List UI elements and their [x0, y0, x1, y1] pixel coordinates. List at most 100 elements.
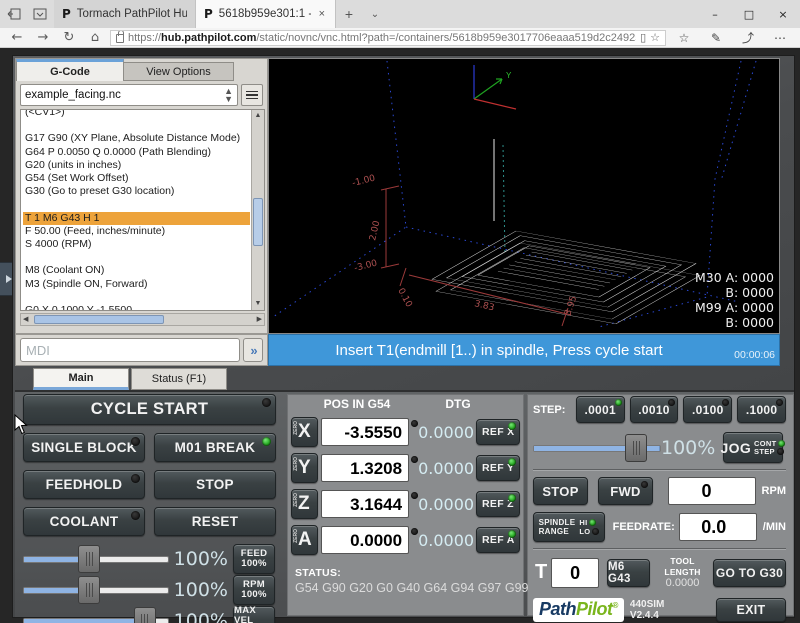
- ref-z-button[interactable]: REF Z: [476, 491, 520, 517]
- z-dro-field[interactable]: 3.1644: [321, 490, 409, 518]
- step-0010-button[interactable]: .0010: [630, 396, 679, 423]
- scroll-thumb[interactable]: [253, 198, 263, 246]
- go-to-g30-button[interactable]: GO TO G30: [713, 559, 786, 587]
- step-1000-button[interactable]: .1000: [737, 396, 786, 423]
- favorite-star-icon[interactable]: ☆: [650, 31, 660, 44]
- gcode-vertical-scrollbar[interactable]: ▲ ▼: [251, 110, 264, 310]
- svg-text:3.95: 3.95: [563, 295, 579, 317]
- mdi-submit-button[interactable]: »: [243, 338, 263, 362]
- slider-handle[interactable]: [78, 545, 100, 573]
- rpm-override-slider[interactable]: [23, 575, 169, 605]
- forward-icon[interactable]: →: [32, 30, 54, 45]
- y-axis-label: Y: [506, 71, 512, 80]
- back-icon[interactable]: ←: [6, 30, 28, 45]
- y-dtg-value: 0.0000: [418, 459, 474, 478]
- set-aside-tabs-icon[interactable]: [4, 6, 24, 22]
- step-0100-button[interactable]: .0100: [683, 396, 732, 423]
- url-text[interactable]: https://hub.pathpilot.com/static/novnc/v…: [128, 32, 636, 44]
- mdi-input[interactable]: [20, 338, 240, 362]
- step-0100-led: [722, 399, 729, 406]
- scroll-down-icon[interactable]: ▼: [252, 298, 264, 310]
- a-dro-field[interactable]: 0.0000: [321, 526, 409, 554]
- pathpilot-favicon: P: [204, 7, 213, 21]
- zero-x-button[interactable]: ZEROX: [291, 417, 318, 447]
- browser-tab-novnc[interactable]: P 5618b959e301:1 - noVN ×: [196, 0, 336, 28]
- feedrate-label: FEEDRATE:: [613, 521, 675, 533]
- cycle-start-button[interactable]: CYCLE START: [23, 394, 276, 425]
- a-dtg-value: 0.0000: [418, 531, 474, 550]
- pathpilot-favicon: P: [62, 7, 71, 21]
- step-0001-button[interactable]: .0001: [576, 396, 625, 423]
- window-minimize-button[interactable]: –: [698, 0, 732, 28]
- new-tab-button[interactable]: +: [336, 0, 362, 28]
- feedrate-field[interactable]: 0.0: [679, 513, 757, 541]
- m6-g43-button[interactable]: M6 G43: [607, 559, 650, 587]
- url-path: /static/novnc/vnc.html?path=/containers/…: [256, 32, 636, 44]
- scroll-up-icon[interactable]: ▲: [252, 110, 264, 122]
- toolpath-3d-view[interactable]: Y: [268, 58, 780, 334]
- slider-handle[interactable]: [134, 607, 156, 623]
- tab-preview-icon[interactable]: [30, 6, 50, 22]
- coolant-button[interactable]: COOLANT: [23, 507, 145, 536]
- file-menu-button[interactable]: [241, 84, 263, 106]
- web-notes-icon[interactable]: ✎: [702, 31, 730, 45]
- spindle-fwd-button[interactable]: FWD: [598, 477, 653, 505]
- ref-y-button[interactable]: REF Y: [476, 455, 520, 481]
- window-close-button[interactable]: ×: [766, 0, 800, 28]
- share-icon[interactable]: ⤴: [734, 29, 762, 46]
- tab-gcode[interactable]: G-Code: [16, 59, 124, 81]
- feed-override-slider[interactable]: [23, 544, 169, 574]
- button-label: M01 BREAK: [175, 440, 256, 455]
- maxvel-100-button[interactable]: MAX VEL100%: [233, 606, 275, 623]
- feedhold-button[interactable]: FEEDHOLD: [23, 470, 145, 499]
- zero-a-button[interactable]: ZEROA: [291, 525, 318, 555]
- scroll-right-icon[interactable]: ▶: [257, 314, 262, 325]
- tab-status-f1[interactable]: Status (F1): [131, 368, 227, 390]
- exit-button[interactable]: EXIT: [716, 598, 786, 622]
- gcode-horizontal-scrollbar[interactable]: ◀ ▶: [20, 313, 265, 326]
- tool-number-field[interactable]: 0: [551, 558, 599, 588]
- slider-handle[interactable]: [78, 576, 100, 604]
- spindle-range-button[interactable]: SPINDLERANGE HI LO: [533, 512, 605, 542]
- scroll-thumb[interactable]: [34, 315, 164, 324]
- tab-close-icon[interactable]: ×: [317, 8, 327, 20]
- feed-100-button[interactable]: FEED100%: [233, 544, 275, 574]
- zero-z-button[interactable]: ZEROZ: [291, 489, 318, 519]
- reading-view-icon[interactable]: ▯: [640, 31, 646, 44]
- home-icon[interactable]: ⌂: [84, 30, 106, 45]
- ref-a-led: [508, 530, 516, 538]
- rpm-100-button[interactable]: RPM100%: [233, 575, 275, 605]
- zero-y-button[interactable]: ZEROY: [291, 453, 318, 483]
- stop-button[interactable]: STOP: [154, 470, 276, 499]
- browser-tab-pathpilot-hub[interactable]: P Tormach PathPilot Hub: [54, 0, 196, 28]
- jog-speed-slider[interactable]: [533, 433, 661, 463]
- zero-label: ZERO: [294, 457, 299, 471]
- m01-break-button[interactable]: M01 BREAK: [154, 433, 276, 462]
- browser-address-bar: ← → ↻ ⌂ https://hub.pathpilot.com/static…: [0, 28, 800, 48]
- tab-list-chevron-icon[interactable]: ⌄: [362, 0, 388, 28]
- more-options-icon[interactable]: ⋯: [766, 31, 794, 45]
- rpm-field[interactable]: 0: [668, 477, 756, 505]
- ref-x-button[interactable]: REF X: [476, 419, 520, 445]
- counter-line: B: 0000: [695, 285, 774, 300]
- slider-handle[interactable]: [625, 434, 647, 462]
- maxvel-override-slider[interactable]: [23, 606, 169, 623]
- gcode-line: [23, 251, 250, 264]
- window-maximize-button[interactable]: □: [732, 0, 766, 28]
- spindle-stop-button[interactable]: STOP: [533, 477, 588, 505]
- button-label: RESET: [192, 514, 239, 529]
- reset-button[interactable]: RESET: [154, 507, 276, 536]
- tab-main[interactable]: Main: [33, 368, 129, 390]
- x-dro-field[interactable]: -3.5550: [321, 418, 409, 446]
- tab-view-options[interactable]: View Options: [124, 62, 234, 81]
- jog-cont-step-button[interactable]: JOG CONT STEP: [723, 432, 783, 463]
- y-dro-field[interactable]: 1.3208: [321, 454, 409, 482]
- ref-a-button[interactable]: REF A: [476, 527, 520, 553]
- loaded-file-select[interactable]: example_facing.nc ▲▼: [20, 84, 238, 106]
- single-block-button[interactable]: SINGLE BLOCK: [23, 433, 145, 462]
- favorites-hub-icon[interactable]: ☆: [670, 31, 698, 45]
- scroll-left-icon[interactable]: ◀: [23, 314, 28, 325]
- url-field[interactable]: https://hub.pathpilot.com/static/novnc/v…: [110, 30, 666, 46]
- refresh-icon[interactable]: ↻: [58, 30, 80, 45]
- gcode-listing[interactable]: (<CV1>) G17 G90 (XY Plane, Absolute Dist…: [20, 109, 265, 311]
